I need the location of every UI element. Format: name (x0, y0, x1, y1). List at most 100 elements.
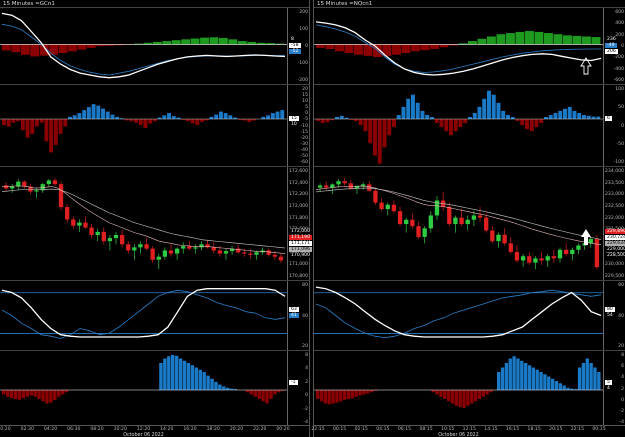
plot-area (0, 167, 287, 280)
histogram-bar (185, 119, 190, 122)
histogram-bar (335, 116, 339, 120)
histogram-bar (558, 383, 562, 390)
time-tick-label: 00:15 (592, 427, 606, 432)
histogram-bar (245, 390, 250, 393)
candle-body (404, 219, 409, 225)
histogram-bar (261, 116, 266, 120)
histogram-bar (449, 119, 453, 136)
y-tick-label: -200 (297, 78, 308, 83)
candle-body (397, 211, 403, 225)
candle-body (539, 258, 544, 261)
date-label: October 06 2022 (123, 433, 164, 437)
histogram-bar (363, 119, 368, 132)
candle-body (551, 256, 557, 259)
histogram-bar (37, 390, 41, 399)
histogram-bar (49, 119, 54, 153)
candle-body (3, 185, 9, 189)
pane-svg (314, 21, 603, 76)
histogram-bar (17, 390, 22, 400)
histogram-bar (266, 115, 271, 120)
candle-body (83, 222, 88, 228)
histogram-bar (477, 390, 482, 399)
candle-body (156, 256, 161, 260)
candle-body (77, 222, 82, 226)
histogram-bar (323, 390, 328, 404)
indicator-pane-histogram2: 8 4 2 0 -2 -4 -1 (0, 350, 309, 426)
histogram-bar (2, 390, 6, 395)
histogram-bar (138, 119, 143, 125)
candle-body (107, 238, 113, 242)
histogram-bar (194, 367, 199, 390)
histogram-bar (392, 119, 396, 128)
value-badge: 228,500 (605, 253, 625, 259)
histogram-bar (257, 390, 261, 399)
histogram-bar (331, 390, 335, 404)
histogram-bar (214, 381, 218, 390)
histogram-bar (110, 114, 115, 120)
histogram-bar (176, 117, 181, 120)
candle-body (410, 219, 415, 227)
histogram-bar (516, 358, 520, 390)
histogram-bar (53, 119, 58, 146)
value-badge: -58 (289, 42, 301, 48)
y-tick-label: -50 (616, 141, 624, 147)
y-tick-label: 0 (621, 44, 624, 49)
candle-body (101, 231, 106, 242)
candle-body (10, 186, 15, 189)
chart-panel-right: 15 Minutes =NQcn1 600 400 200 0 -200 -400 -600… (311, 0, 625, 437)
candle-body (181, 246, 186, 249)
histogram-bar (539, 119, 544, 124)
candle-body (174, 248, 180, 254)
osc-histogram-bar (411, 44, 420, 52)
histogram-bar (339, 115, 344, 120)
osc-histogram-bar (525, 31, 534, 45)
histogram-bar (6, 119, 11, 127)
histogram-bar (525, 119, 529, 130)
histogram-bar (171, 354, 175, 390)
histogram-bar (167, 356, 171, 390)
candle-body (496, 234, 501, 242)
time-tick-label: 12:15 (462, 427, 476, 432)
time-tick-label: 16:15 (505, 427, 520, 432)
pane-svg (0, 354, 287, 404)
y-tick-label: -2 (303, 406, 308, 412)
histogram-bar (515, 119, 520, 122)
histogram-bar (548, 114, 553, 120)
histogram-bar (226, 387, 230, 390)
candle-body (193, 247, 198, 249)
histogram-bar (167, 113, 171, 120)
histogram-bar (496, 102, 501, 120)
candle-body (22, 181, 27, 187)
y-tick-label: 100 (299, 27, 308, 32)
histogram-bar (210, 378, 214, 390)
candle-body (348, 183, 353, 189)
y-tick-label: 234,000 (605, 169, 624, 174)
value-badge: 41 (289, 313, 299, 319)
candle-body (71, 219, 76, 226)
candle-body (34, 190, 39, 192)
osc-histogram-bar (152, 41, 162, 45)
value-badge: 5 (605, 379, 612, 385)
candle-body (132, 247, 137, 251)
candle-body (342, 181, 347, 184)
y-tick-label: 233,000 (605, 192, 624, 198)
osc-histogram-bar (420, 44, 430, 51)
histogram-bar (157, 117, 162, 120)
histogram-bar (504, 363, 509, 390)
histogram-bar (91, 104, 96, 120)
histogram-bar (11, 119, 16, 123)
y-axis: 234,000233,500233,000232,500232,000231,5… (603, 167, 625, 280)
histogram-bar (562, 385, 566, 390)
osc-histogram-bar (335, 44, 344, 52)
histogram-bar (491, 94, 496, 120)
histogram-bar (261, 390, 265, 402)
histogram-bar (198, 369, 202, 390)
osc-histogram-bar (228, 39, 238, 45)
histogram-bar (275, 111, 280, 120)
candle-body (150, 248, 155, 260)
histogram-bar (470, 390, 474, 404)
osc-histogram-bar (572, 35, 582, 45)
y-tick-label: 171,800 (289, 215, 308, 221)
y-tick-label: 2 (305, 379, 308, 385)
moving-average-slow (1, 188, 286, 249)
